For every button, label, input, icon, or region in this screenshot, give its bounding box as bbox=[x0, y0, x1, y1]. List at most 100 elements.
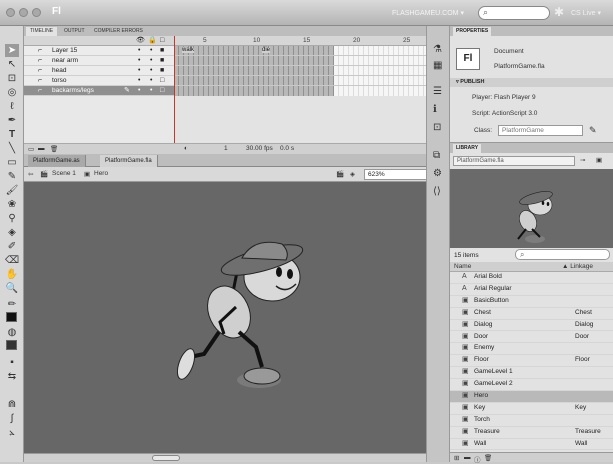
align-panel-icon[interactable]: ☰ bbox=[433, 86, 446, 97]
library-item[interactable]: A Arial Regular bbox=[450, 284, 613, 296]
smooth-icon[interactable]: ∫ bbox=[5, 412, 19, 425]
fill-color-swatch[interactable] bbox=[6, 340, 17, 350]
breadcrumb-symbol[interactable]: Hero bbox=[94, 170, 108, 177]
document-class-input[interactable]: PlatformGame bbox=[498, 125, 583, 136]
transform-panel-icon[interactable]: ⊡ bbox=[433, 122, 446, 133]
column-linkage[interactable]: ▲ Linkage bbox=[562, 263, 593, 270]
library-item[interactable]: ▣ Wall Wall bbox=[450, 439, 613, 451]
eraser-tool-icon[interactable]: ⌫ bbox=[5, 254, 19, 267]
info-panel-icon[interactable]: ℹ bbox=[433, 104, 446, 115]
edit-symbols-icon[interactable]: ◈ bbox=[350, 170, 355, 178]
outline-icon[interactable]: □ bbox=[160, 37, 164, 45]
library-item[interactable]: ▣ Torch bbox=[450, 415, 613, 427]
library-item[interactable]: ▣ BasicButton bbox=[450, 296, 613, 308]
library-item[interactable]: ▣ GameLevel 1 bbox=[450, 367, 613, 380]
fill-color-icon[interactable]: ◍ bbox=[5, 326, 19, 339]
rectangle-tool-icon[interactable]: ▭ bbox=[5, 156, 19, 169]
horizontal-scrollbar[interactable] bbox=[24, 453, 426, 462]
tab-library[interactable]: LIBRARY bbox=[453, 144, 482, 153]
eyedropper-tool-icon[interactable]: ✐ bbox=[5, 240, 19, 253]
tab-timeline[interactable]: TIMELINE bbox=[26, 27, 58, 36]
hand-tool-icon[interactable]: ✋ bbox=[5, 268, 19, 281]
swap-colors-icon[interactable]: ⇆ bbox=[5, 370, 19, 383]
pin-icon[interactable]: ⊸ bbox=[580, 156, 585, 164]
library-item[interactable]: ▣ Door Door bbox=[450, 332, 613, 344]
close-window-button[interactable] bbox=[6, 8, 15, 17]
cs-live-button[interactable]: CS Live ▾ bbox=[571, 9, 601, 17]
frame-grid[interactable]: walk die bbox=[174, 46, 426, 96]
new-folder-icon[interactable]: ▬ bbox=[38, 145, 45, 152]
new-folder-icon[interactable]: ▬ bbox=[464, 454, 471, 461]
column-name[interactable]: Name bbox=[454, 263, 471, 270]
zoom-tool-icon[interactable]: 🔍 bbox=[5, 282, 19, 295]
scroll-thumb[interactable] bbox=[152, 455, 180, 461]
zoom-select[interactable]: 623% bbox=[364, 169, 434, 180]
layer-row-selected[interactable]: ⌐ backarms/legs ✎ • • □ bbox=[24, 86, 174, 96]
edit-scene-icon[interactable]: 🎬 bbox=[336, 170, 344, 178]
minimize-window-button[interactable] bbox=[19, 8, 28, 17]
selection-tool-icon[interactable]: ➤ bbox=[5, 44, 19, 57]
snap-to-objects-icon[interactable]: ⋒ bbox=[5, 398, 19, 411]
black-white-icon[interactable]: ▪ bbox=[5, 356, 19, 369]
playhead[interactable] bbox=[174, 36, 179, 154]
library-item[interactable]: ▣ GameLevel 2 bbox=[450, 379, 613, 391]
pen-tool-icon[interactable]: ✒ bbox=[5, 114, 19, 127]
color-panel-icon[interactable]: ⚗ bbox=[433, 44, 446, 55]
straighten-icon[interactable]: ⦛ bbox=[5, 426, 19, 439]
stroke-color-icon[interactable]: ✏ bbox=[5, 298, 19, 311]
stroke-color-swatch[interactable] bbox=[6, 312, 17, 322]
layer-row[interactable]: ⌐ torso • • □ bbox=[24, 76, 174, 86]
properties-icon[interactable]: ⓘ bbox=[474, 454, 481, 464]
layer-row[interactable]: ⌐ near arm • • ■ bbox=[24, 56, 174, 66]
library-item[interactable]: ▣ Hero bbox=[450, 391, 613, 403]
onion-skin-icon[interactable]: ◐ bbox=[184, 145, 188, 152]
trash-icon[interactable]: 🗑 bbox=[484, 454, 492, 462]
stage-canvas[interactable] bbox=[24, 182, 426, 455]
help-search-input[interactable]: ⌕ bbox=[478, 6, 550, 20]
library-item[interactable]: ▣ Enemy bbox=[450, 343, 613, 356]
deco-tool-icon[interactable]: ❀ bbox=[5, 198, 19, 211]
edit-class-pencil-icon[interactable]: ✎ bbox=[589, 125, 597, 136]
library-item[interactable]: ▣ Treasure Treasure bbox=[450, 427, 613, 439]
hero-character[interactable] bbox=[24, 182, 426, 455]
3d-rotation-tool-icon[interactable]: ◎ bbox=[5, 86, 19, 99]
gear-icon[interactable]: ✱ bbox=[554, 5, 564, 19]
motion-presets-icon[interactable]: ⚙ bbox=[433, 168, 446, 179]
components-panel-icon[interactable]: ⧉ bbox=[433, 150, 446, 161]
new-layer-icon[interactable]: ▭ bbox=[28, 145, 34, 153]
breadcrumb-scene[interactable]: Scene 1 bbox=[52, 170, 76, 177]
new-library-icon[interactable]: ▣ bbox=[596, 156, 602, 164]
library-item[interactable]: ▣ Floor Floor bbox=[450, 355, 613, 368]
tab-properties[interactable]: PROPERTIES bbox=[453, 27, 492, 36]
line-tool-icon[interactable]: ╲ bbox=[5, 142, 19, 155]
library-item[interactable]: ▣ Key Key bbox=[450, 403, 613, 415]
brush-tool-icon[interactable]: 🖌 bbox=[5, 184, 19, 197]
trash-icon[interactable]: 🗑 bbox=[50, 145, 58, 153]
zoom-window-button[interactable] bbox=[32, 8, 41, 17]
swatches-panel-icon[interactable]: ▦ bbox=[433, 60, 446, 71]
eye-icon[interactable]: 👁 bbox=[136, 37, 145, 45]
free-transform-tool-icon[interactable]: ⊡ bbox=[5, 72, 19, 85]
subselection-tool-icon[interactable]: ↖ bbox=[5, 58, 19, 71]
library-item[interactable]: ▣ Dialog Dialog bbox=[450, 320, 613, 332]
back-arrow-icon[interactable]: ⇦ bbox=[28, 170, 33, 178]
frame-rate[interactable]: 30.00 fps bbox=[246, 145, 273, 152]
library-document-select[interactable]: PlatformGame.fla bbox=[453, 156, 575, 166]
publish-section-header[interactable]: ▿ PUBLISH bbox=[450, 78, 613, 87]
tab-platformgame-as[interactable]: PlatformGame.as bbox=[28, 155, 86, 167]
workspace-switcher[interactable]: FLASHGAMEU.COM ▾ bbox=[392, 9, 464, 17]
bone-tool-icon[interactable]: ⚲ bbox=[5, 212, 19, 225]
library-search-input[interactable]: ⌕ bbox=[515, 249, 610, 260]
library-item[interactable]: ▣ Chest Chest bbox=[450, 308, 613, 320]
lasso-tool-icon[interactable]: ℓ bbox=[5, 100, 19, 113]
layer-row[interactable]: ⌐ Layer 15 • • ■ bbox=[24, 46, 174, 56]
text-tool-icon[interactable]: T bbox=[5, 128, 19, 141]
tab-output[interactable]: OUTPUT bbox=[60, 27, 89, 36]
paint-bucket-tool-icon[interactable]: ◈ bbox=[5, 226, 19, 239]
code-snippets-icon[interactable]: ⟨⟩ bbox=[433, 186, 446, 197]
tab-compiler-errors[interactable]: COMPILER ERRORS bbox=[90, 27, 147, 36]
library-item[interactable]: A Arial Bold bbox=[450, 272, 613, 284]
tab-platformgame-fla[interactable]: PlatformGame.fla bbox=[100, 155, 158, 167]
frame-ruler[interactable]: 5 10 15 20 25 bbox=[174, 36, 426, 46]
layer-row[interactable]: ⌐ head • • ■ bbox=[24, 66, 174, 76]
